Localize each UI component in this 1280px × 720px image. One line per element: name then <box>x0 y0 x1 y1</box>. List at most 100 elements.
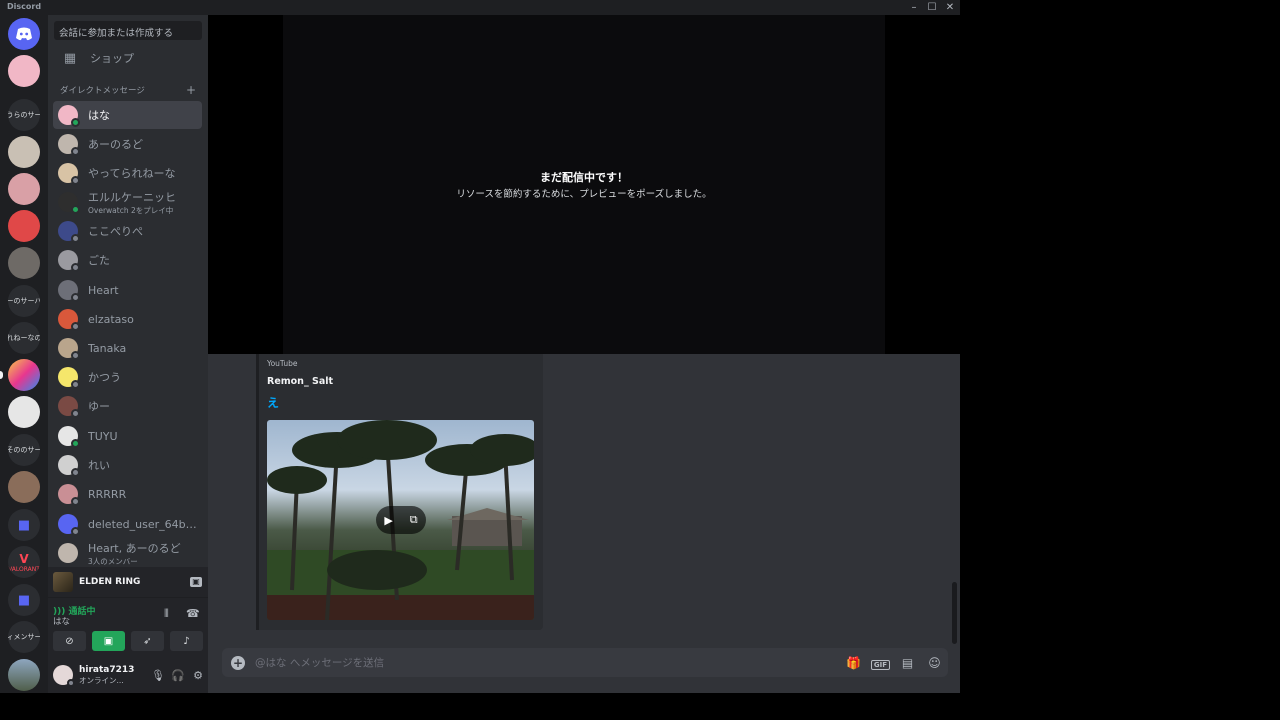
dm-item[interactable]: あーのるど <box>53 130 202 158</box>
avatar <box>58 338 80 360</box>
status-online-icon <box>71 205 80 214</box>
dm-name: elzataso <box>88 312 134 326</box>
folder-icon-2[interactable]: ■ <box>8 584 40 616</box>
folder-icon[interactable]: ■ <box>8 509 40 541</box>
dm-item[interactable]: TUYU <box>53 422 202 450</box>
status-offline-icon <box>71 176 80 185</box>
dm-item[interactable]: deleted_user_64b4ca... <box>53 510 202 538</box>
user-avatar[interactable] <box>53 665 75 687</box>
server-9[interactable] <box>8 396 40 428</box>
dm-member-count: 3人のメンバー <box>88 556 138 566</box>
avatar <box>58 192 80 214</box>
server-13[interactable] <box>8 659 40 691</box>
dm-item[interactable]: エルルケーニッヒ Overwatch 2をプレイ中 <box>53 188 202 216</box>
server-5[interactable] <box>8 247 40 279</box>
message-input[interactable]: @はな へメッセージを送信 <box>255 655 840 670</box>
status-offline-icon <box>71 147 80 156</box>
screen-share-button[interactable]: ▣ <box>92 631 125 651</box>
avatar <box>58 396 80 418</box>
avatar <box>58 455 80 477</box>
video-thumbnail[interactable]: ▶ ⧉ <box>267 420 534 620</box>
dm-item[interactable]: ここぺりぺ <box>53 217 202 245</box>
status-offline-icon <box>71 351 80 360</box>
server-3[interactable] <box>8 173 40 205</box>
scrollbar[interactable] <box>952 582 957 644</box>
dm-item[interactable]: elzataso <box>53 305 202 333</box>
voice-status-label: 通話中 <box>68 607 96 617</box>
avatar <box>58 250 80 272</box>
discord-window: Discord – ☐ ✕ うらのサー ーのサーバ れねーなの そののサー ■ … <box>0 0 960 693</box>
dm-item[interactable]: れい <box>53 451 202 479</box>
dm-item[interactable]: Heart <box>53 276 202 304</box>
status-offline-icon <box>71 322 80 331</box>
status-offline-icon <box>71 380 80 389</box>
dm-item[interactable]: ごた <box>53 246 202 274</box>
dm-item[interactable]: かつう <box>53 363 202 391</box>
game-activity-bar: ELDEN RING ▣ <box>48 567 208 597</box>
server-6[interactable]: ーのサーバ <box>8 285 40 317</box>
maximize-button[interactable]: ☐ <box>923 0 941 15</box>
soundboard-button[interactable]: ♪ <box>170 631 203 651</box>
server-10[interactable]: そののサー <box>8 434 40 466</box>
headphones-icon[interactable]: 🎧 <box>168 669 188 682</box>
sticker-icon[interactable]: ▤ <box>894 656 921 670</box>
mic-icon[interactable]: 🎙 <box>148 669 168 682</box>
video-controls[interactable]: ▶ ⧉ <box>376 506 426 534</box>
server-valorant-label: VALORANT <box>8 565 40 573</box>
dm-name: やってられねーな <box>88 167 176 180</box>
disconnect-icon[interactable]: ☎ <box>186 607 200 620</box>
screen-share-icon[interactable]: ▣ <box>190 577 202 587</box>
open-external-icon[interactable]: ⧉ <box>410 513 418 527</box>
stream-paused-title: まだ配信中です！ <box>540 171 628 184</box>
embed-author[interactable]: Remon_ Salt <box>267 376 333 387</box>
dm-item[interactable]: RRRRR <box>53 480 202 508</box>
dm-item[interactable]: やってられねーな <box>53 159 202 187</box>
add-attachment-icon[interactable]: + <box>231 655 245 670</box>
activities-button[interactable]: ➶ <box>131 631 164 651</box>
server-valorant[interactable]: V VALORANT <box>8 546 40 578</box>
dm-item[interactable]: Tanaka <box>53 334 202 362</box>
server-2[interactable] <box>8 136 40 168</box>
rocket-icon: ➶ <box>143 635 152 647</box>
stream-preview[interactable]: まだ配信中です！ リソースを節約するために、プレビューをポーズしました。 <box>208 15 960 354</box>
gift-icon[interactable]: 🎁 <box>840 656 867 670</box>
dm-name: ごた <box>88 254 110 267</box>
voice-channel: はな <box>53 617 71 627</box>
title-bar: Discord – ☐ ✕ <box>0 0 960 15</box>
home-button[interactable] <box>8 18 40 50</box>
play-icon[interactable]: ▶ <box>384 514 392 527</box>
server-12[interactable]: ィメンサー <box>8 621 40 653</box>
server-rail: うらのサー ーのサーバ れねーなの そののサー ■ V VALORANT ■ ィメ… <box>0 15 48 693</box>
avatar <box>58 514 80 536</box>
server-4[interactable] <box>8 210 40 242</box>
server-11[interactable] <box>8 471 40 503</box>
close-button[interactable]: ✕ <box>941 0 959 15</box>
message-composer[interactable]: + @はな へメッセージを送信 🎁 GIF ▤ ☺ <box>222 648 948 677</box>
embed-title[interactable]: え <box>267 394 279 411</box>
dm-item-group[interactable]: Heart, あーのるど 3人のメンバー <box>53 539 202 567</box>
screen-share-icon: ▣ <box>103 635 114 647</box>
window-title: Discord <box>7 2 42 11</box>
server-8[interactable] <box>8 359 40 391</box>
emoji-icon[interactable]: ☺ <box>921 656 948 670</box>
search-input[interactable]: 会話に参加または作成する <box>54 21 202 40</box>
gear-icon[interactable]: ⚙ <box>188 669 208 682</box>
status-offline-icon <box>71 409 80 418</box>
group-avatar <box>58 543 78 563</box>
gif-button[interactable]: GIF <box>867 656 894 670</box>
minimize-button[interactable]: – <box>905 0 923 15</box>
dm-item-hana[interactable]: はな <box>53 101 202 129</box>
server-7[interactable]: れねーなの <box>8 322 40 354</box>
dm-activity: Overwatch 2をプレイ中 <box>88 205 174 215</box>
camera-off-button[interactable]: ⊘ <box>53 631 86 651</box>
shop-nav-item[interactable]: ▦ ショップ <box>54 44 202 72</box>
unread-indicator <box>0 371 3 379</box>
server-1[interactable]: うらのサー <box>8 99 40 131</box>
dm-hana-avatar[interactable] <box>8 55 40 87</box>
dm-item[interactable]: ゆー <box>53 392 202 420</box>
create-dm-plus-icon[interactable]: + <box>186 83 196 97</box>
dm-name: エルルケーニッヒ <box>88 190 176 204</box>
stream-paused-subtitle: リソースを節約するために、プレビューをポーズしました。 <box>456 189 712 200</box>
noise-suppression-icon[interactable]: ⦀ <box>164 607 169 621</box>
dm-name: ゆー <box>88 400 110 413</box>
